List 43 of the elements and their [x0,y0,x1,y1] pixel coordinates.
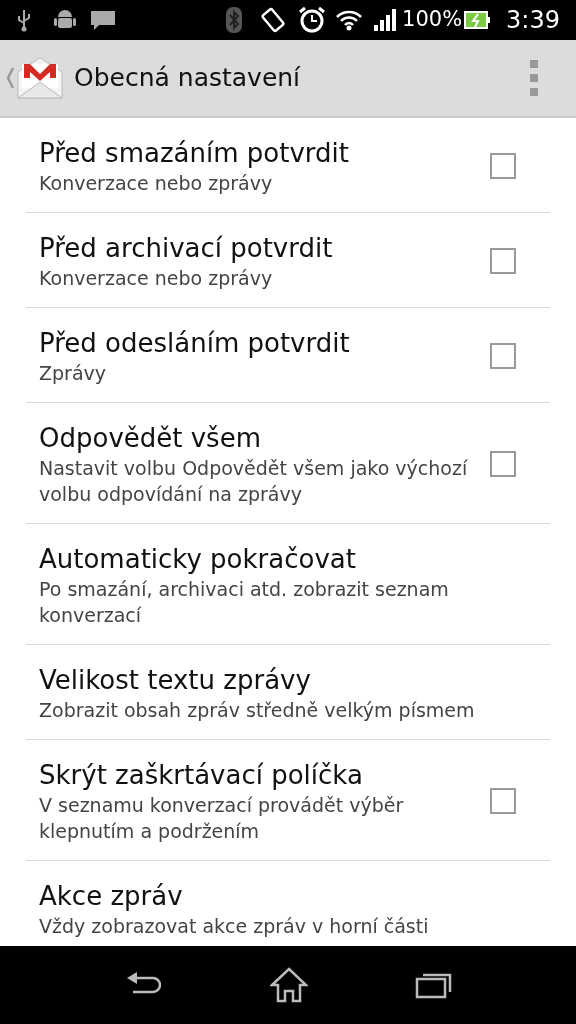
overflow-menu-icon[interactable] [530,60,538,96]
settings-item[interactable]: Před odesláním potvrdit Zprávy [26,308,550,403]
setting-title: Velikost textu zprávy [39,664,312,697]
back-chevron-icon [6,66,14,90]
checkbox[interactable] [490,451,516,477]
setting-title: Před odesláním potvrdit [39,327,351,360]
settings-item[interactable]: Skrýt zaškrtávací políčka V seznamu konverzací provádět výběr klepnutím a podržením [26,740,550,861]
setting-summary: Konverzace nebo zprávy [39,171,274,196]
settings-item[interactable]: Velikost textu zprávy Zobrazit obsah zpráv středně velkým písmem [26,645,550,740]
setting-summary: Vždy zobrazovat akce zpráv v horní části [39,914,430,939]
setting-title: Automaticky pokračovat [39,543,357,576]
wifi-icon [336,9,363,31]
signal-icon [374,9,399,31]
rotation-icon [260,7,287,33]
settings-item[interactable]: Před archivací potvrdit Konverzace nebo zprávy [26,213,550,308]
settings-item[interactable]: Odpovědět všem Nastavit volbu Odpovědět všem jako výchozí volbu odpovídání na zprávy [26,403,550,524]
setting-summary: V seznamu konverzací provádět výběr klepnutím a podržením [39,793,405,844]
checkbox[interactable] [490,788,516,814]
alarm-icon [298,6,327,34]
checkbox[interactable] [490,153,516,179]
clock: 3:39 [506,5,560,36]
usb-icon [16,8,32,32]
setting-title: Akce zpráv [39,880,184,913]
recent-apps-icon[interactable] [414,971,453,999]
home-icon[interactable] [270,967,308,1003]
setting-summary: Konverzace nebo zprávy [39,266,274,291]
bluetooth-icon [226,7,243,33]
setting-summary: Zobrazit obsah zpráv středně velkým písmem [39,698,476,723]
checkbox[interactable] [490,343,516,369]
checkbox[interactable] [490,248,516,274]
setting-summary: Po smazání, archivaci atd. zobrazit seznam konverzací [39,577,450,628]
message-icon [90,9,116,31]
setting-title: Před archivací potvrdit [39,232,334,265]
setting-summary: Nastavit volbu Odpovědět všem jako výchozí volbu odpovídání na zprávy [39,456,469,507]
battery-icon [464,10,491,30]
settings-item[interactable]: Před smazáním potvrdit Konverzace nebo zprávy [26,118,550,213]
setting-title: Před smazáním potvrdit [39,137,350,170]
setting-title: Skrýt zaškrtávací políčka [39,759,364,792]
screen-title: Obecná nastavení [74,62,302,95]
setting-summary: Zprávy [39,361,108,386]
setting-title: Odpovědět všem [39,422,262,455]
settings-item[interactable]: Automaticky pokračovat Po smazání, archivaci atd. zobrazit seznam konverzací [26,524,550,645]
battery-percent: 100% [402,6,463,34]
